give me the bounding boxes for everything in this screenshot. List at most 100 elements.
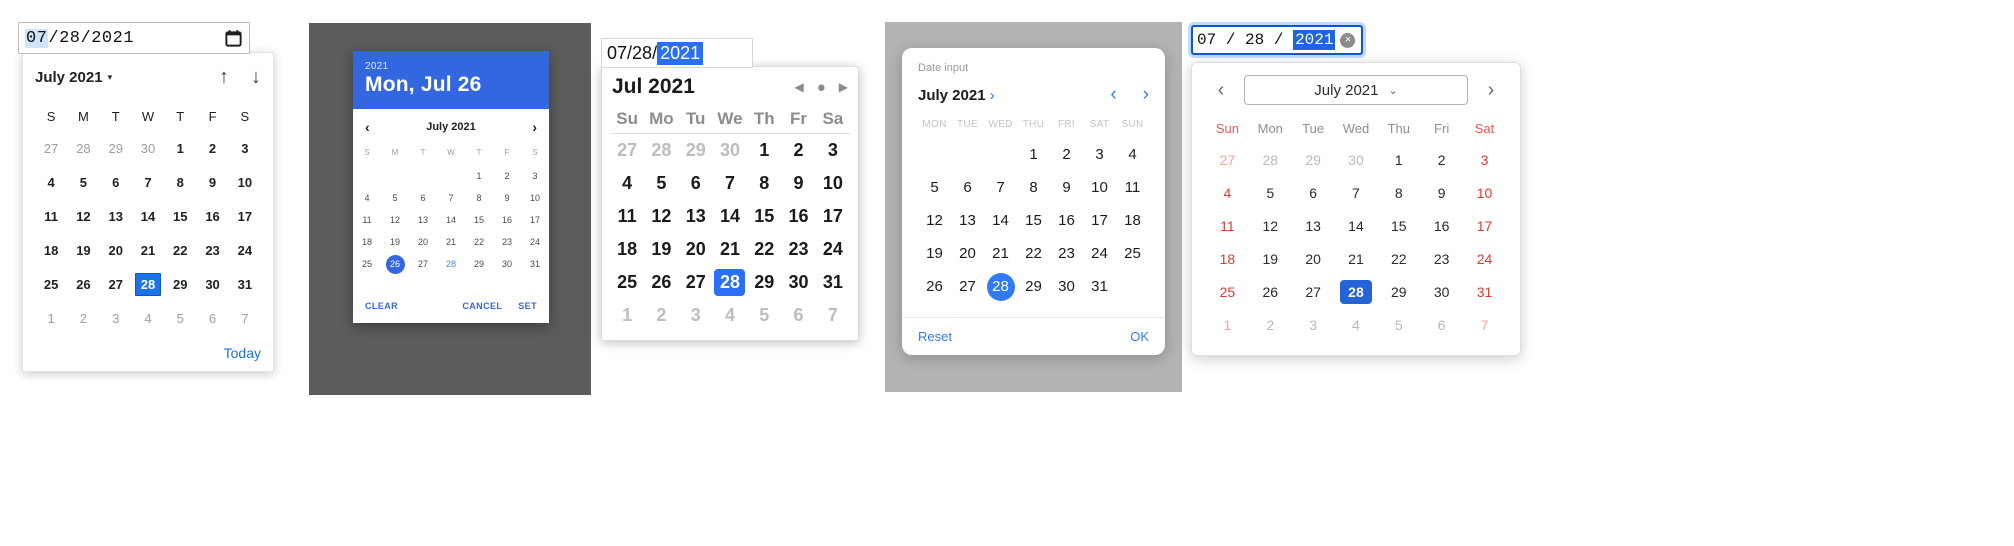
calendar-day[interactable]: 28 — [644, 134, 678, 168]
calendar-day[interactable]: 31 — [1463, 275, 1506, 308]
reset-button[interactable]: Reset — [918, 329, 952, 344]
calendar-day[interactable]: 14 — [1335, 209, 1378, 242]
calendar-day[interactable]: 2 — [781, 134, 815, 168]
calendar-day[interactable]: 3 — [521, 165, 549, 187]
calendar-day[interactable]: 2 — [1420, 143, 1463, 176]
calendar-day[interactable]: 25 — [353, 253, 381, 275]
selected-day-marker[interactable]: 28 — [714, 269, 746, 296]
selected-day-marker[interactable]: 26 — [385, 254, 405, 274]
calendar-day[interactable]: 25 — [35, 267, 67, 301]
calendar-day[interactable]: 17 — [1463, 209, 1506, 242]
calendar-day-selected[interactable]: 28 — [984, 270, 1017, 303]
calendar-day[interactable]: 6 — [1420, 308, 1463, 341]
calendar-day[interactable]: 27 — [679, 266, 713, 299]
calendar-day[interactable]: 30 — [1420, 275, 1463, 308]
calendar-day[interactable]: 18 — [1206, 242, 1249, 275]
selected-year-label[interactable]: 2021 — [365, 61, 537, 72]
calendar-day[interactable]: 9 — [196, 165, 228, 199]
calendar-day[interactable]: 6 — [781, 299, 815, 332]
clear-icon[interactable]: ✕ — [1340, 32, 1356, 48]
calendar-day[interactable]: 31 — [816, 266, 850, 299]
calendar-day[interactable]: 5 — [1249, 176, 1292, 209]
stop-button[interactable]: ● — [817, 79, 826, 96]
calendar-day[interactable]: 14 — [132, 199, 164, 233]
calendar-day[interactable]: 1 — [747, 134, 781, 168]
calendar-day-selected[interactable]: 28 — [132, 267, 164, 301]
calendar-day[interactable]: 4 — [1116, 138, 1149, 171]
calendar-day[interactable]: 26 — [918, 270, 951, 303]
calendar-day[interactable]: 6 — [409, 187, 437, 209]
calendar-day[interactable]: 8 — [1377, 176, 1420, 209]
calendar-day[interactable]: 21 — [132, 233, 164, 267]
calendar-day[interactable]: 24 — [521, 231, 549, 253]
set-button[interactable]: SET — [518, 301, 537, 311]
calendar-day[interactable]: 11 — [1206, 209, 1249, 242]
calendar-day[interactable]: 15 — [747, 200, 781, 233]
calendar-day[interactable]: 2 — [1249, 308, 1292, 341]
calendar-day[interactable]: 22 — [1017, 237, 1050, 270]
calendar-day[interactable]: 13 — [679, 200, 713, 233]
calendar-day[interactable]: 8 — [465, 187, 493, 209]
calendar-day[interactable]: 14 — [713, 200, 747, 233]
calendar-day[interactable]: 5 — [164, 301, 196, 335]
calendar-day[interactable]: 19 — [918, 237, 951, 270]
calendar-day[interactable]: 13 — [951, 204, 984, 237]
calendar-day[interactable]: 16 — [1050, 204, 1083, 237]
calendar-day[interactable]: 20 — [679, 233, 713, 266]
calendar-day[interactable]: 16 — [196, 199, 228, 233]
calendar-day[interactable]: 7 — [437, 187, 465, 209]
calendar-day[interactable]: 12 — [1249, 209, 1292, 242]
calendar-day[interactable]: 22 — [1377, 242, 1420, 275]
cancel-button[interactable]: CANCEL — [462, 301, 502, 311]
calendar-day[interactable]: 27 — [610, 134, 644, 168]
calendar-day[interactable]: 7 — [713, 167, 747, 200]
calendar-day[interactable]: 6 — [196, 301, 228, 335]
calendar-day[interactable]: 3 — [816, 134, 850, 168]
calendar-day[interactable]: 17 — [229, 199, 261, 233]
calendar-day[interactable]: 27 — [100, 267, 132, 301]
next-month-button[interactable]: › — [532, 119, 537, 135]
calendar-day[interactable]: 7 — [816, 299, 850, 332]
calendar-day[interactable]: 29 — [164, 267, 196, 301]
calendar-day[interactable]: 6 — [1292, 176, 1335, 209]
calendar-day[interactable]: 22 — [465, 231, 493, 253]
calendar-day[interactable]: 1 — [164, 131, 196, 165]
calendar-day[interactable]: 30 — [493, 253, 521, 275]
calendar-day[interactable]: 1 — [1377, 143, 1420, 176]
calendar-day[interactable]: 18 — [35, 233, 67, 267]
calendar-day[interactable]: 21 — [713, 233, 747, 266]
calendar-day[interactable]: 7 — [132, 165, 164, 199]
calendar-day[interactable]: 4 — [353, 187, 381, 209]
calendar-day[interactable]: 21 — [1335, 242, 1378, 275]
calendar-day-selected[interactable]: 26 — [381, 253, 409, 275]
year-segment[interactable]: 2021 — [91, 29, 134, 48]
calendar-day[interactable]: 30 — [196, 267, 228, 301]
calendar-day[interactable]: 24 — [229, 233, 261, 267]
calendar-day[interactable]: 8 — [164, 165, 196, 199]
selected-day-marker[interactable]: 28 — [1339, 279, 1372, 304]
calendar-day[interactable]: 12 — [67, 199, 99, 233]
calendar-day[interactable]: 13 — [100, 199, 132, 233]
prev-month-button[interactable]: ◀ — [794, 80, 803, 94]
calendar-day[interactable]: 28 — [1249, 143, 1292, 176]
day-segment[interactable]: 28 — [632, 43, 652, 64]
calendar-day[interactable]: 17 — [816, 200, 850, 233]
calendar-day[interactable]: 27 — [1206, 143, 1249, 176]
calendar-day[interactable]: 26 — [67, 267, 99, 301]
calendar-day[interactable]: 1 — [35, 301, 67, 335]
calendar-day[interactable]: 14 — [437, 209, 465, 231]
year-segment[interactable]: 2021 — [1293, 30, 1336, 50]
calendar-day[interactable]: 4 — [610, 167, 644, 200]
calendar-day[interactable]: 10 — [229, 165, 261, 199]
prev-month-arrow-icon[interactable]: ↑ — [219, 67, 229, 87]
calendar-day[interactable]: 13 — [1292, 209, 1335, 242]
calendar-day[interactable]: 11 — [35, 199, 67, 233]
calendar-day[interactable]: 10 — [521, 187, 549, 209]
calendar-day[interactable]: 30 — [713, 134, 747, 168]
calendar-day[interactable]: 23 — [493, 231, 521, 253]
calendar-day[interactable]: 2 — [644, 299, 678, 332]
calendar-day[interactable]: 11 — [610, 200, 644, 233]
calendar-day[interactable]: 9 — [781, 167, 815, 200]
calendar-day[interactable]: 6 — [100, 165, 132, 199]
next-month-button[interactable]: › — [1143, 84, 1149, 106]
